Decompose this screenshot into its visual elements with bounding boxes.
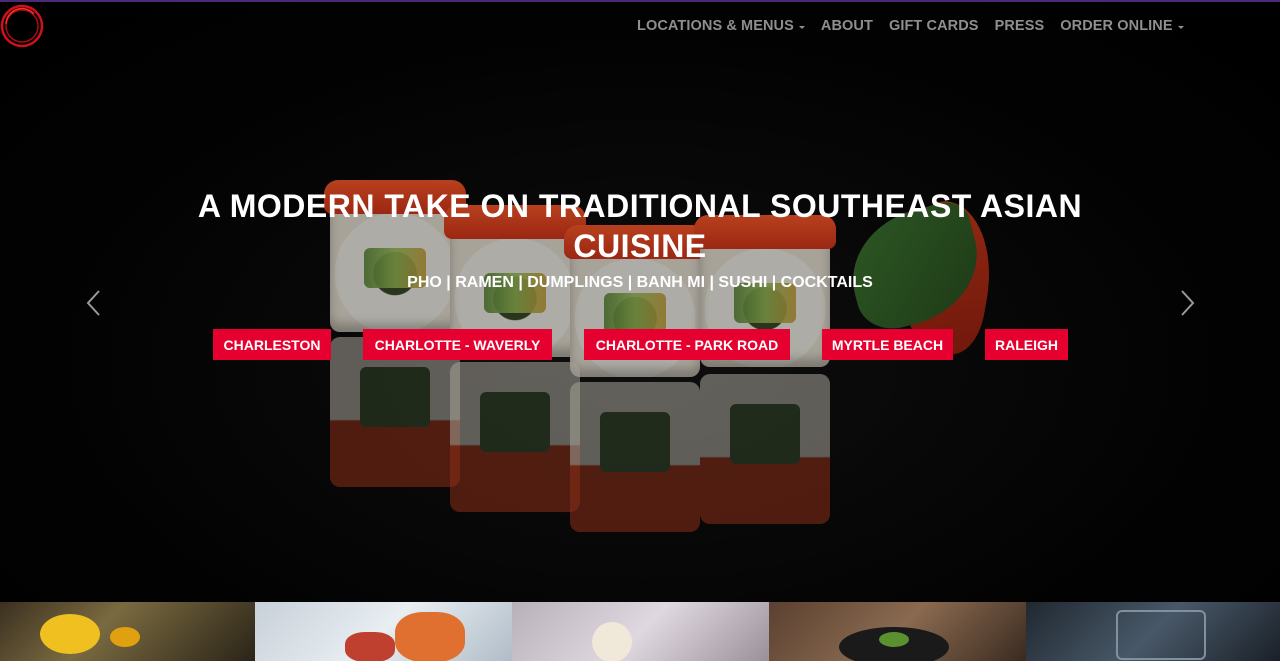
nav-about[interactable]: ABOUT xyxy=(821,18,873,34)
gallery-strip xyxy=(0,602,1280,661)
hero-headline: A MODERN TAKE ON TRADITIONAL SOUTHEAST A… xyxy=(197,188,1083,264)
nav-press[interactable]: PRESS xyxy=(995,18,1045,34)
nav-order-online[interactable]: ORDER ONLINE xyxy=(1060,18,1184,34)
gallery-image xyxy=(0,602,255,661)
location-button-myrtle-beach[interactable]: MYRTLE BEACH xyxy=(822,329,953,360)
caret-down-icon xyxy=(798,25,805,29)
nav-locations-menus[interactable]: LOCATIONS & MENUS xyxy=(637,18,805,34)
location-button-charleston[interactable]: CHARLESTON xyxy=(213,329,331,360)
gallery-image xyxy=(255,602,512,661)
nav-gift-cards[interactable]: GIFT CARDS xyxy=(889,18,979,34)
hero-carousel xyxy=(0,2,1280,602)
hero-subhead: PHO | RAMEN | DUMPLINGS | BANH MI | SUSH… xyxy=(407,274,873,291)
caret-down-icon xyxy=(1177,25,1184,29)
gallery-image xyxy=(769,602,1026,661)
main-nav: LOCATIONS & MENUS ABOUT GIFT CARDS PRESS… xyxy=(637,18,1184,34)
location-button-raleigh[interactable]: RALEIGH xyxy=(985,329,1068,360)
gallery-image xyxy=(512,602,769,661)
gallery-image xyxy=(1026,602,1280,661)
brand-logo[interactable] xyxy=(0,2,48,50)
location-button-charlotte-park-road[interactable]: CHARLOTTE - PARK ROAD xyxy=(584,329,790,360)
chevron-left-icon[interactable] xyxy=(84,288,104,318)
location-button-charlotte-waverly[interactable]: CHARLOTTE - WAVERLY xyxy=(363,329,552,360)
chevron-right-icon[interactable] xyxy=(1177,288,1197,318)
top-accent-line xyxy=(0,0,1280,2)
